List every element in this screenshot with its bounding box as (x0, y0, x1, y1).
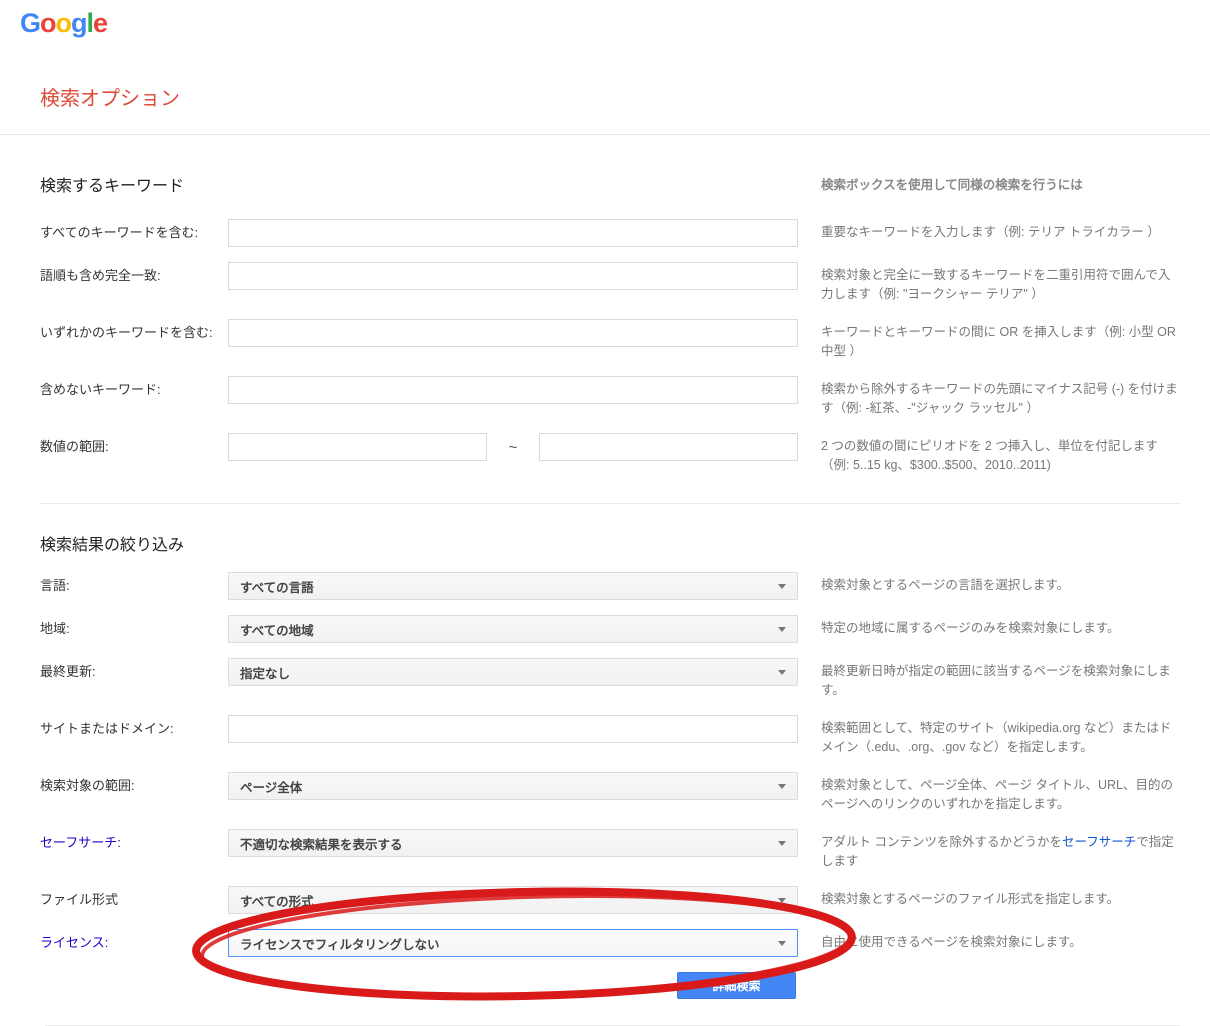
row-number-range: 数値の範囲: ~ 2 つの数値の間にピリオドを 2 つ挿入し、単位を付記します（… (40, 433, 1180, 475)
safesearch-label-link[interactable]: セーフサーチ: (40, 829, 228, 857)
filetype-dropdown[interactable]: すべての形式 (228, 886, 798, 914)
advanced-search-button[interactable]: 詳細検索 (677, 972, 796, 999)
site-domain-label: サイトまたはドメイン: (40, 715, 228, 743)
safesearch-dropdown[interactable]: 不適切な検索結果を表示する (228, 829, 798, 857)
any-words-hint: キーワードとキーワードの間に OR を挿入します（例: 小型 OR 中型 ） (821, 319, 1180, 361)
none-words-input[interactable] (228, 376, 798, 404)
chevron-down-icon (778, 841, 786, 846)
license-value: ライセンスでフィルタリングしない (240, 934, 440, 953)
page-header: Google 検索オプション (0, 0, 1210, 135)
region-value: すべての地域 (240, 620, 314, 639)
language-value: すべての言語 (240, 577, 314, 596)
range-separator: ~ (509, 439, 518, 456)
any-words-label: いずれかのキーワードを含む: (40, 319, 228, 347)
row-region: 地域: すべての地域 特定の地域に属するページのみを検索対象にします。 (40, 615, 1180, 643)
site-domain-input[interactable] (228, 715, 798, 743)
row-terms-appearing: 検索対象の範囲: ページ全体 検索対象として、ページ全体、ページ タイトル、UR… (40, 772, 1180, 814)
range-from-input[interactable] (228, 433, 487, 461)
license-hint: 自由に使用できるページを検索対象にします。 (821, 929, 1180, 952)
terms-appearing-label: 検索対象の範囲: (40, 772, 228, 800)
safesearch-hint-text: アダルト コンテンツを除外するかどうかを (821, 835, 1062, 849)
any-words-input[interactable] (228, 319, 798, 347)
row-exact-phrase: 語順も含め完全一致: 検索対象と完全に一致するキーワードを二重引用符で囲んで入力… (40, 262, 1180, 304)
row-last-update: 最終更新: 指定なし 最終更新日時が指定の範囲に該当するページを検索対象にします… (40, 658, 1180, 700)
advanced-search-page: { "logo": { "letters": ["G","o","o","g",… (0, 0, 1210, 915)
last-update-dropdown[interactable]: 指定なし (228, 658, 798, 686)
row-none-words: 含めないキーワード: 検索から除外するキーワードの先頭にマイナス記号 (-) を… (40, 376, 1180, 418)
exact-phrase-input[interactable] (228, 262, 798, 290)
row-language: 言語: すべての言語 検索対象とするページの言語を選択します。 (40, 572, 1180, 600)
filetype-hint: 検索対象とするページのファイル形式を指定します。 (821, 886, 1180, 909)
safesearch-inline-link[interactable]: セーフサーチ (1062, 835, 1136, 849)
section-title-refine: 検索結果の絞り込み (40, 531, 798, 555)
range-to-input[interactable] (539, 433, 798, 461)
section-refine-head: 検索結果の絞り込み (40, 531, 1180, 555)
none-words-hint: 検索から除外するキーワードの先頭にマイナス記号 (-) を付けます（例: -紅茶… (821, 376, 1180, 418)
last-update-hint: 最終更新日時が指定の範囲に該当するページを検索対象にします。 (821, 658, 1180, 700)
filetype-value: すべての形式 (240, 891, 314, 910)
region-label: 地域: (40, 615, 228, 643)
last-update-label: 最終更新: (40, 658, 228, 686)
row-license: ライセンス: ライセンスでフィルタリングしない 自由に使用できるページを検索対象… (40, 929, 1180, 957)
region-dropdown[interactable]: すべての地域 (228, 615, 798, 643)
row-any-words: いずれかのキーワードを含む: キーワードとキーワードの間に OR を挿入します（… (40, 319, 1180, 361)
last-update-value: 指定なし (240, 663, 290, 682)
section-divider (40, 503, 1180, 504)
chevron-down-icon (778, 584, 786, 589)
row-safesearch: セーフサーチ: 不適切な検索結果を表示する アダルト コンテンツを除外するかどう… (40, 829, 1180, 871)
all-words-hint: 重要なキーワードを入力します（例: テリア トライカラー ） (821, 219, 1180, 242)
row-filetype: ファイル形式 すべての形式 検索対象とするページのファイル形式を指定します。 (40, 886, 1180, 914)
section-title-keywords: 検索するキーワード (40, 172, 798, 196)
safesearch-hint: アダルト コンテンツを除外するかどうかをセーフサーチで指定します (821, 829, 1180, 871)
logo-letter: e (93, 8, 107, 38)
button-row: 詳細検索 (677, 972, 1180, 999)
logo-letter: G (20, 8, 40, 38)
chevron-down-icon (778, 784, 786, 789)
license-dropdown[interactable]: ライセンスでフィルタリングしない (228, 929, 798, 957)
language-hint: 検索対象とするページの言語を選択します。 (821, 572, 1180, 595)
logo-letter: g (71, 8, 87, 38)
logo-letter: o (56, 8, 72, 38)
terms-appearing-dropdown[interactable]: ページ全体 (228, 772, 798, 800)
section-keywords-head: 検索するキーワード 検索ボックスを使用して同様の検索を行うには (40, 172, 1180, 196)
none-words-label: 含めないキーワード: (40, 376, 228, 404)
language-dropdown[interactable]: すべての言語 (228, 572, 798, 600)
all-words-label: すべてのキーワードを含む: (40, 219, 228, 247)
row-all-words: すべてのキーワードを含む: 重要なキーワードを入力します（例: テリア トライカ… (40, 219, 1180, 247)
safesearch-value: 不適切な検索結果を表示する (240, 834, 403, 853)
number-range-label: 数値の範囲: (40, 433, 228, 461)
chevron-down-icon (778, 627, 786, 632)
chevron-down-icon (778, 898, 786, 903)
all-words-input[interactable] (228, 219, 798, 247)
chevron-down-icon (778, 941, 786, 946)
exact-phrase-label: 語順も含め完全一致: (40, 262, 228, 290)
page-title: 検索オプション (40, 82, 180, 111)
main-content: 検索するキーワード 検索ボックスを使用して同様の検索を行うには すべてのキーワー… (0, 172, 1210, 1026)
row-site-domain: サイトまたはドメイン: 検索範囲として、特定のサイト（wikipedia.org… (40, 715, 1180, 757)
terms-appearing-value: ページ全体 (240, 777, 302, 796)
hints-header: 検索ボックスを使用して同様の検索を行うには (821, 172, 1180, 196)
terms-appearing-hint: 検索対象として、ページ全体、ページ タイトル、URL、目的のページへのリンクのい… (821, 772, 1180, 814)
number-range-hint: 2 つの数値の間にピリオドを 2 つ挿入し、単位を付記します（例: 5..15 … (821, 433, 1180, 475)
google-logo[interactable]: Google (20, 8, 107, 39)
logo-letter: o (40, 8, 56, 38)
language-label: 言語: (40, 572, 228, 600)
filetype-label: ファイル形式 (40, 886, 228, 914)
chevron-down-icon (778, 670, 786, 675)
region-hint: 特定の地域に属するページのみを検索対象にします。 (821, 615, 1180, 638)
exact-phrase-hint: 検索対象と完全に一致するキーワードを二重引用符で囲んで入力します（例: "ヨーク… (821, 262, 1180, 304)
site-domain-hint: 検索範囲として、特定のサイト（wikipedia.org など）またはドメイン（… (821, 715, 1180, 757)
license-label-link[interactable]: ライセンス: (40, 929, 228, 957)
